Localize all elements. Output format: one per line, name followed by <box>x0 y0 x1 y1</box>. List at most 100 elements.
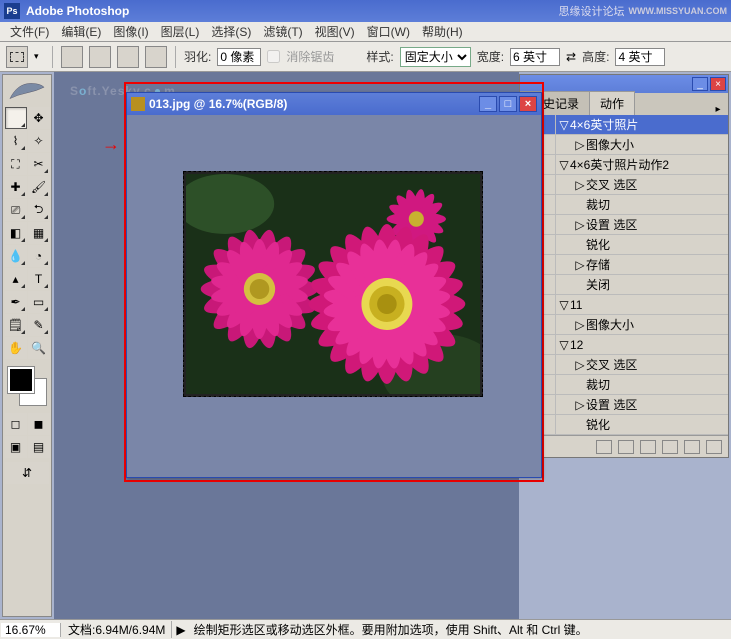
doc-close-button[interactable]: × <box>519 96 537 112</box>
actions-list[interactable]: ✔▽4×6英寸照片✔▷图像大小✔▽4×6英寸照片动作2✔▷交叉 选区✔裁切✔▷设… <box>520 115 728 435</box>
zoom-field[interactable]: 16.67% <box>1 623 61 637</box>
heal-tool[interactable]: ✚ <box>5 176 27 198</box>
menu-layer[interactable]: 图层(L) <box>155 21 206 42</box>
notes-tool[interactable]: 🗒 <box>5 314 27 336</box>
action-row[interactable]: ✔裁切 <box>520 195 728 215</box>
style-select[interactable]: 固定大小 <box>400 47 471 67</box>
panels-column: _ × 历史记录 动作 ▸ ✔▽4×6英寸照片✔▷图像大小✔▽4×6英寸照片动作… <box>519 74 729 617</box>
new-action-button[interactable] <box>684 440 700 454</box>
slice-tool[interactable]: ✂ <box>28 153 50 175</box>
crop-tool[interactable]: ⛶ <box>5 153 27 175</box>
doc-maximize-button[interactable]: □ <box>499 96 517 112</box>
disclosure-icon[interactable]: ▷ <box>574 358 586 372</box>
panel-menu-icon[interactable]: ▸ <box>712 104 728 115</box>
color-wells[interactable] <box>6 365 48 407</box>
document-titlebar[interactable]: 013.jpg @ 16.7%(RGB/8) _ □ × <box>127 93 541 115</box>
standard-mode-icon[interactable]: ◻ <box>5 413 27 435</box>
panel-close-button[interactable]: × <box>710 77 726 91</box>
menu-window[interactable]: 窗口(W) <box>361 21 416 42</box>
menu-filter[interactable]: 滤镜(T) <box>257 21 308 42</box>
selection-add-icon[interactable] <box>89 46 111 68</box>
width-input[interactable] <box>510 48 560 66</box>
height-input[interactable] <box>615 48 665 66</box>
panel-minimize-button[interactable]: _ <box>692 77 708 91</box>
selection-subtract-icon[interactable] <box>117 46 139 68</box>
menu-edit[interactable]: 编辑(E) <box>55 21 107 42</box>
selection-intersect-icon[interactable] <box>145 46 167 68</box>
history-brush-tool[interactable]: ⮌ <box>28 199 50 221</box>
menu-file[interactable]: 文件(F) <box>4 21 55 42</box>
stamp-tool[interactable]: ⎚ <box>5 199 27 221</box>
action-row[interactable]: ✔裁切 <box>520 375 728 395</box>
dodge-tool[interactable]: ◔ <box>28 245 50 267</box>
disclosure-icon[interactable]: ▽ <box>558 338 570 352</box>
hand-tool[interactable]: ✋ <box>5 337 27 359</box>
doc-info[interactable]: 文档:6.94M/6.94M <box>62 621 172 638</box>
action-row[interactable]: ✔▽12 <box>520 335 728 355</box>
disclosure-icon[interactable]: ▽ <box>558 158 570 172</box>
menu-image[interactable]: 图像(I) <box>107 21 154 42</box>
shape-tool[interactable]: ▭ <box>28 291 50 313</box>
play-button[interactable] <box>640 440 656 454</box>
lasso-tool[interactable]: ⌇ <box>5 130 27 152</box>
disclosure-icon[interactable]: ▷ <box>574 398 586 412</box>
wand-tool[interactable]: ✧ <box>28 130 50 152</box>
menu-help[interactable]: 帮助(H) <box>416 21 469 42</box>
disclosure-icon[interactable]: ▷ <box>574 318 586 332</box>
swap-dims-icon[interactable]: ⇄ <box>566 50 576 64</box>
disclosure-icon[interactable]: ▷ <box>574 138 586 152</box>
move-tool[interactable]: ✥ <box>28 107 50 129</box>
foreground-color[interactable] <box>8 367 34 393</box>
selection-new-icon[interactable] <box>61 46 83 68</box>
brush-tool[interactable]: 🖌 <box>28 176 50 198</box>
zoom-tool[interactable]: 🔍 <box>28 337 50 359</box>
eraser-tool[interactable]: ◧ <box>5 222 27 244</box>
quickmask-mode-icon[interactable]: ◼ <box>28 413 50 435</box>
disclosure-icon[interactable]: ▽ <box>558 118 570 132</box>
action-row[interactable]: ✔▷设置 选区 <box>520 215 728 235</box>
path-select-tool[interactable]: ▴ <box>5 268 27 290</box>
tab-actions[interactable]: 动作 <box>589 91 635 115</box>
screenmode-1-icon[interactable]: ▣ <box>5 436 27 458</box>
blur-tool[interactable]: 💧 <box>5 245 27 267</box>
type-tool[interactable]: T <box>28 268 50 290</box>
menu-select[interactable]: 选择(S) <box>205 21 257 42</box>
marquee-tool[interactable] <box>5 107 27 129</box>
document-window[interactable]: 013.jpg @ 16.7%(RGB/8) _ □ × <box>126 92 542 478</box>
jump-to-imageready[interactable]: ⇵ <box>5 462 49 484</box>
action-row[interactable]: ✔▽4×6英寸照片 <box>520 115 728 135</box>
action-row[interactable]: ✔▽11 <box>520 295 728 315</box>
action-row[interactable]: ✔▽4×6英寸照片动作2 <box>520 155 728 175</box>
doc-minimize-button[interactable]: _ <box>479 96 497 112</box>
action-row[interactable]: ✔锐化 <box>520 235 728 255</box>
disclosure-icon[interactable]: ▷ <box>574 258 586 272</box>
eyedropper-tool[interactable]: ✎ <box>28 314 50 336</box>
row-label: ▷图像大小 <box>556 136 634 153</box>
disclosure-icon[interactable]: ▷ <box>574 178 586 192</box>
action-row[interactable]: ✔▷存储 <box>520 255 728 275</box>
action-row[interactable]: ✔▷图像大小 <box>520 315 728 335</box>
action-row[interactable]: ✔▷交叉 选区 <box>520 175 728 195</box>
action-row[interactable]: ✔▷图像大小 <box>520 135 728 155</box>
disclosure-icon[interactable]: ▷ <box>574 218 586 232</box>
trash-button[interactable] <box>706 440 722 454</box>
screenmode-2-icon[interactable]: ▤ <box>28 436 50 458</box>
new-set-button[interactable] <box>662 440 678 454</box>
menu-view[interactable]: 视图(V) <box>309 21 361 42</box>
status-menu-icon[interactable]: ▶ <box>172 623 189 637</box>
gradient-tool[interactable]: ▦ <box>28 222 50 244</box>
stop-button[interactable] <box>596 440 612 454</box>
toolbox-logo <box>7 77 47 105</box>
record-button[interactable] <box>618 440 634 454</box>
row-label: 关闭 <box>556 276 610 293</box>
disclosure-icon[interactable]: ▽ <box>558 298 570 312</box>
action-row[interactable]: ✔关闭 <box>520 275 728 295</box>
pen-tool[interactable]: ✒ <box>5 291 27 313</box>
document-canvas[interactable] <box>183 171 483 397</box>
action-row[interactable]: ✔▷设置 选区 <box>520 395 728 415</box>
feather-input[interactable] <box>217 48 261 66</box>
action-row[interactable]: ✔锐化 <box>520 415 728 435</box>
tool-preset-dropdown[interactable]: ▾ <box>34 51 44 62</box>
action-row[interactable]: ✔▷交叉 选区 <box>520 355 728 375</box>
current-tool-indicator[interactable] <box>6 46 28 68</box>
